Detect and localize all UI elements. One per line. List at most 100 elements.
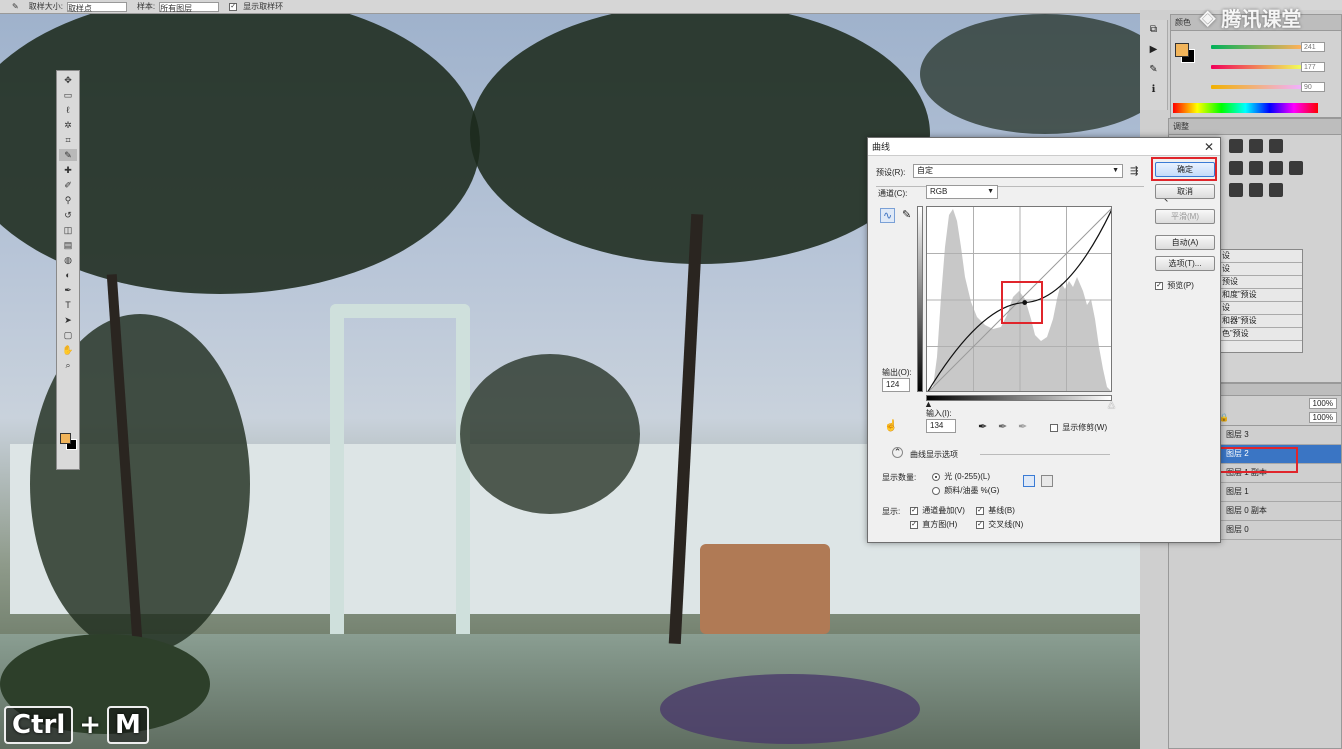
input-field[interactable]: 134 [926,419,956,433]
pigment-radio[interactable] [932,486,940,495]
cancel-button[interactable]: 取消 [1155,184,1215,199]
preset-item[interactable]: 预设 [1218,276,1302,289]
fill-value[interactable]: 100% [1308,412,1337,423]
dodge-tool-icon[interactable]: ◐ [59,269,77,281]
histogram-checkbox[interactable]: ✓ [910,520,918,529]
curves-dialog-titlebar[interactable]: 曲线 ✕ [868,138,1220,156]
tools-panel: ✥ ▭ ℓ ✲ ⌗ ✎ ✚ ✐ ⚲ ↺ ◫ ▤ ◍ ◐ ✒ T ➤ ▢ ✋ ⌕ [56,70,80,470]
show-amount-label: 显示数量: [882,473,917,482]
blue-value[interactable]: 90 [1301,82,1325,92]
show-ring-label: 显示取样环 [243,2,284,11]
crop-tool-icon[interactable]: ⌗ [59,134,77,146]
history-panel-icon[interactable]: ⧉ [1140,20,1167,40]
adjustments-panel-tab[interactable]: 调整 [1169,119,1341,135]
color-spectrum-bar[interactable] [1173,103,1318,113]
curves-icon[interactable] [1249,139,1263,153]
type-tool-icon[interactable]: T [59,299,77,311]
history-brush-icon[interactable]: ↺ [59,209,77,221]
eraser-tool-icon[interactable]: ◫ [59,224,77,236]
histogram-group: ✓ 直方图(H) [910,519,957,530]
pen-tool-icon[interactable]: ✒ [59,284,77,296]
lasso-tool-icon[interactable]: ℓ [59,104,77,116]
intersection-checkbox[interactable]: ✓ [976,520,984,529]
smooth-button[interactable]: 平滑(M) [1155,209,1215,224]
green-slider[interactable] [1211,65,1301,69]
brush-tool-icon[interactable]: ✐ [59,179,77,191]
zoom-tool-icon[interactable]: ⌕ [59,359,77,371]
levels-icon[interactable] [1229,139,1243,153]
magic-wand-tool-icon[interactable]: ✲ [59,119,77,131]
shape-tool-icon[interactable]: ▢ [59,329,77,341]
show-clipping-label: 显示修剪(W) [1062,423,1108,432]
preset-item[interactable]: 和度”预设 [1218,289,1302,302]
hue-saturation-icon[interactable] [1249,161,1263,175]
red-value[interactable]: 241 [1301,42,1325,52]
gradient-tool-icon[interactable]: ▤ [59,239,77,251]
auto-button[interactable]: 自动(A) [1155,235,1215,250]
color-fg-swatch[interactable] [1175,43,1189,57]
show-ring-checkbox[interactable]: ✓ [229,2,238,11]
expand-toggle-icon[interactable]: ⌃ [892,447,903,458]
light-option-group: 光 (0-255)(L) [932,471,990,482]
black-eyedropper-icon[interactable]: ✒ [978,420,987,433]
blur-tool-icon[interactable]: ◍ [59,254,77,266]
watermark-logo-icon: ◈ [1200,6,1216,29]
stamp-tool-icon[interactable]: ⚲ [59,194,77,206]
move-tool-icon[interactable]: ✥ [59,74,77,86]
white-eyedropper-icon[interactable]: ✒ [1018,420,1027,433]
baseline-checkbox[interactable]: ✓ [976,506,984,515]
close-icon[interactable]: ✕ [1204,138,1214,156]
preset-label: 预设(R): [876,168,906,177]
ctrl-key: Ctrl [4,706,74,744]
threshold-icon[interactable] [1269,183,1283,197]
preset-options-icon[interactable]: ⇶ [1130,166,1138,177]
watermark-text: 腾讯课堂 [1221,8,1302,31]
vibrance-icon[interactable] [1229,161,1243,175]
blue-slider[interactable] [1211,85,1301,89]
preview-group: ✓ 预览(P) [1155,280,1194,291]
actions-panel-icon[interactable]: ▶ [1140,40,1167,60]
channel-select[interactable]: RGB ▼ [926,185,998,199]
brush-panel-icon[interactable]: ✎ [1140,60,1167,80]
invert-icon[interactable] [1229,183,1243,197]
input-gradient-bar [926,395,1112,401]
healing-tool-icon[interactable]: ✚ [59,164,77,176]
show-clipping-checkbox[interactable] [1050,423,1058,432]
preset-item[interactable]: 设 [1218,250,1302,263]
posterize-icon[interactable] [1249,183,1263,197]
options-button[interactable]: 选项(T)... [1155,256,1215,271]
preset-item[interactable]: 设 [1218,263,1302,276]
path-select-icon[interactable]: ➤ [59,314,77,326]
preset-item[interactable]: 和器”预设 [1218,315,1302,328]
color-balance-icon[interactable] [1269,161,1283,175]
info-panel-icon[interactable]: ℹ [1140,80,1167,100]
simple-grid-icon[interactable] [1023,475,1035,487]
pigment-option-label: 颜料/油墨 %(G) [944,486,1000,495]
light-radio[interactable] [932,472,940,481]
preset-item[interactable]: 色”预设 [1218,328,1302,341]
white-point-slider-icon[interactable]: △ [1108,399,1115,410]
sample-select[interactable]: 所有图层 [159,1,220,13]
preset-select[interactable]: 自定 ▼ [913,164,1123,178]
opacity-value[interactable]: 100% [1308,397,1337,409]
black-white-icon[interactable] [1289,161,1303,175]
curve-edit-icon[interactable]: ∿ [880,208,896,223]
gray-eyedropper-icon[interactable]: ✒ [998,420,1007,433]
targeted-adjust-icon[interactable]: ☝ [884,419,898,432]
green-value[interactable]: 177 [1301,62,1325,72]
marquee-tool-icon[interactable]: ▭ [59,89,77,101]
red-slider[interactable] [1211,45,1301,49]
curves-dialog: 曲线 ✕ 预设(R): 自定 ▼ ⇶ 通道(C): RGB ▼ ∿ ✎ ▲ △ … [867,137,1221,543]
channel-overlay-checkbox[interactable]: ✓ [910,506,918,515]
preset-item[interactable]: 设 [1218,302,1302,315]
sample-size-select[interactable]: 取样点 [66,1,127,13]
detailed-grid-icon[interactable] [1041,475,1053,487]
foreground-color-swatch[interactable] [60,433,71,444]
hand-tool-icon[interactable]: ✋ [59,344,77,356]
preview-checkbox[interactable]: ✓ [1155,281,1163,290]
pencil-icon[interactable]: ✎ [902,208,911,221]
exposure-icon[interactable] [1269,139,1283,153]
histogram-label: 直方图(H) [922,520,958,529]
eyedropper-tool-icon[interactable]: ✎ [59,149,77,161]
output-field[interactable]: 124 [882,378,910,392]
